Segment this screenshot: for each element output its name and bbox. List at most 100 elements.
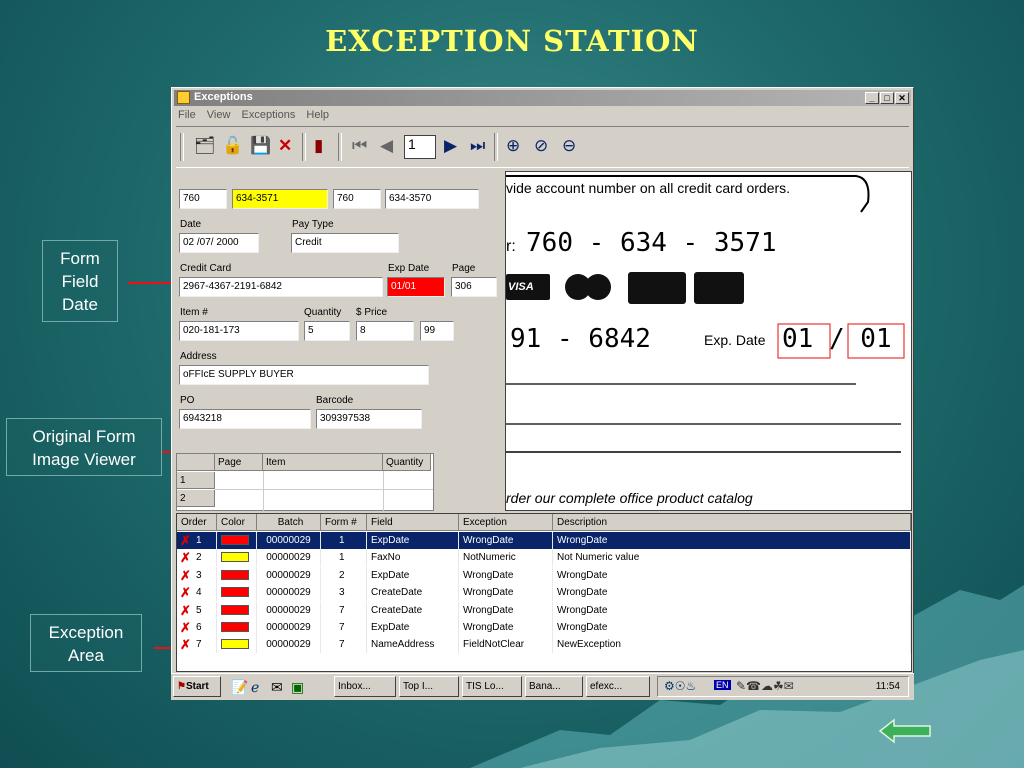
tray-icons[interactable]: ⚙☉♨ [664, 679, 696, 693]
exception-row[interactable]: ✗ 4 00000029 3 CreateDate WrongDate WrongDate [177, 584, 911, 602]
batch-cell: 00000029 [257, 549, 321, 567]
page-number-input[interactable]: 1 [404, 135, 436, 159]
description-cell: WrongDate [553, 584, 911, 602]
task-tis[interactable]: TIS Lo... [462, 676, 522, 697]
col-header-exception[interactable]: Exception [459, 514, 553, 531]
exception-cell: WrongDate [459, 584, 553, 602]
order-number: 6 [196, 622, 202, 633]
col-header-batch[interactable]: Batch [257, 514, 321, 531]
col-header-color[interactable]: Color [217, 514, 257, 531]
quicklaunch-outlook-icon[interactable]: ✉ [271, 679, 283, 696]
save-icon[interactable]: 💾 [250, 136, 271, 156]
maximize-button[interactable]: □ [880, 92, 894, 104]
digit: 0 [860, 324, 876, 354]
grid-row-number[interactable]: 2 [177, 490, 215, 507]
callout-line: Date [62, 295, 98, 314]
zoom-in-icon[interactable]: ⊕ [506, 136, 520, 156]
task-efexc[interactable]: efexc... [586, 676, 650, 697]
last-page-icon[interactable]: ⏭ [470, 136, 485, 156]
exception-row[interactable]: ✗ 6 00000029 7 ExpDate WrongDate WrongDate [177, 619, 911, 636]
minimize-button[interactable]: _ [865, 92, 879, 104]
description-cell: WrongDate [553, 566, 911, 584]
task-top[interactable]: Top I... [399, 676, 459, 697]
toolbar-separator [180, 133, 184, 161]
item-field[interactable]: 020-181-173 [179, 321, 299, 341]
address-field[interactable]: oFFIcE SUPPLY BUYER [179, 365, 429, 385]
back-arrow-icon[interactable] [878, 718, 932, 744]
digit: 6 [541, 228, 558, 258]
start-button[interactable]: ⚑Start [173, 676, 221, 697]
quicklaunch-app-icon[interactable]: ▣ [291, 679, 304, 696]
exp-date-text: Exp. Date [704, 332, 766, 348]
zoom-fit-icon[interactable]: ⊘ [534, 136, 548, 156]
grid-header-quantity[interactable]: Quantity [383, 454, 431, 471]
exception-row[interactable]: ✗ 7 00000029 7 NameAddress FieldNotClear NewEx… [177, 636, 911, 654]
phone-number-field[interactable]: 634-3571 [232, 189, 328, 209]
phone-area-field[interactable]: 760 [179, 189, 227, 209]
col-header-order[interactable]: Order [177, 514, 217, 531]
exception-row[interactable]: ✗ 5 00000029 7 CreateDate WrongDate WrongDate [177, 601, 911, 619]
zoom-out-icon[interactable]: ⊖ [562, 136, 576, 156]
delete-icon[interactable]: ✕ [278, 136, 292, 156]
credit-card-label: Credit Card [180, 263, 232, 274]
language-indicator[interactable]: EN [714, 680, 731, 690]
price-cents-field[interactable]: 99 [420, 321, 454, 341]
field-cell: ExpDate [367, 566, 459, 584]
digit: 4 [619, 324, 636, 354]
paytype-field[interactable]: Credit [291, 233, 399, 253]
batch-cell: 00000029 [257, 584, 321, 602]
exception-cell: WrongDate [459, 532, 553, 549]
handwritten-card-number: 91 - 6842 [510, 324, 651, 354]
fax-number-field[interactable]: 634-3570 [385, 189, 479, 209]
col-header-field[interactable]: Field [367, 514, 459, 531]
page-field[interactable]: 306 [451, 277, 497, 297]
title-bar[interactable]: Exceptions _ □ ✕ [174, 90, 911, 106]
task-bana[interactable]: Bana... [525, 676, 583, 697]
exception-row[interactable]: ✗ 2 00000029 1 FaxNo NotNumeric Not Numeric va… [177, 549, 911, 567]
close-button[interactable]: ✕ [895, 92, 909, 104]
order-cell: ✗ 7 [177, 636, 217, 654]
first-page-icon[interactable]: ⏮ [352, 136, 367, 156]
menu-view[interactable]: View [207, 109, 231, 121]
field-cell: ExpDate [367, 532, 459, 549]
menu-exceptions[interactable]: Exceptions [242, 109, 296, 121]
quicklaunch-ie-icon[interactable]: ℯ [251, 679, 259, 696]
tray-more-icons[interactable]: ✎☎☁☘✉ [736, 679, 794, 693]
exception-row[interactable]: ✗ 1 00000029 1 ExpDate WrongDate WrongDate [177, 532, 911, 549]
windows-icon: ⚑ [177, 681, 186, 692]
grid-row-number[interactable]: 1 [177, 472, 215, 489]
grid-header-page[interactable]: Page [215, 454, 263, 471]
menu-file[interactable]: File [178, 109, 196, 121]
po-field[interactable]: 6943218 [179, 409, 311, 429]
col-header-description[interactable]: Description [553, 514, 911, 531]
price-field[interactable]: 8 [356, 321, 414, 341]
fax-area-field[interactable]: 760 [333, 189, 381, 209]
color-cell [217, 636, 257, 654]
form-cell: 3 [321, 584, 367, 602]
menu-help[interactable]: Help [306, 109, 329, 121]
open-folder-icon[interactable]: 🗂 [194, 136, 216, 156]
form-cell: 1 [321, 532, 367, 549]
field-cell: CreateDate [367, 584, 459, 602]
next-page-icon[interactable]: ▶ [444, 136, 457, 156]
exception-row[interactable]: ✗ 3 00000029 2 ExpDate WrongDate WrongDate [177, 566, 911, 584]
barcode-field[interactable]: 309397538 [316, 409, 422, 429]
grid-header-item[interactable]: Item [263, 454, 383, 471]
po-label: PO [180, 395, 195, 406]
col-header-form[interactable]: Form # [321, 514, 367, 531]
exp-date-field[interactable]: 01/01 [387, 277, 445, 297]
book-icon[interactable]: ▮ [314, 136, 323, 156]
toolbar: 🗂 🔓 💾 ✕ ▮ ⏮ ◀ 1 ▶ ⏭ ⊕ ⊘ ⊖ [176, 126, 909, 168]
unlock-icon[interactable]: 🔓 [222, 136, 243, 156]
prev-page-icon[interactable]: ◀ [380, 136, 393, 156]
credit-card-field[interactable]: 2967-4367-2191-6842 [179, 277, 383, 297]
exception-cell: WrongDate [459, 619, 553, 636]
task-inbox[interactable]: Inbox... [334, 676, 396, 697]
date-field[interactable]: 02 /07/ 2000 [179, 233, 259, 253]
form-image-viewer[interactable]: vide account number on all credit card o… [505, 171, 912, 511]
order-number: 7 [196, 639, 202, 651]
quicklaunch-desktop-icon[interactable]: 📝 [231, 679, 248, 696]
clock: 11:54 [875, 681, 900, 692]
quantity-field[interactable]: 5 [304, 321, 350, 341]
order-cell: ✗ 4 [177, 584, 217, 602]
